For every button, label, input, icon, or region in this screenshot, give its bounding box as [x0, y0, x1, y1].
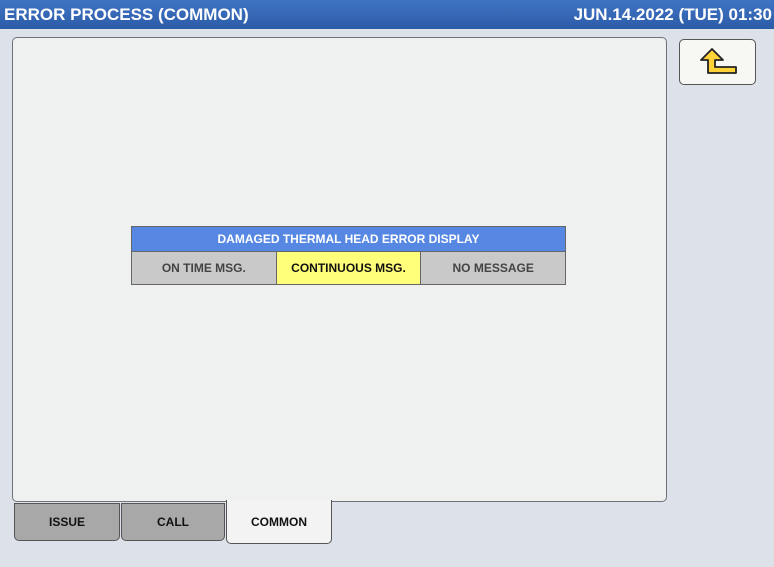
tab-call[interactable]: CALL: [121, 503, 225, 541]
return-arrow-icon: [699, 48, 737, 74]
option-group: ON TIME MSG. CONTINUOUS MSG. NO MESSAGE: [132, 252, 566, 284]
tab-common[interactable]: COMMON: [226, 500, 332, 544]
option-no-message[interactable]: NO MESSAGE: [421, 252, 566, 284]
tab-issue[interactable]: ISSUE: [14, 503, 120, 541]
main-panel: DAMAGED THERMAL HEAD ERROR DISPLAY ON TI…: [12, 37, 667, 502]
thermal-head-error-setting: DAMAGED THERMAL HEAD ERROR DISPLAY ON TI…: [131, 226, 566, 285]
title-bar: ERROR PROCESS (COMMON) JUN.14.2022 (TUE)…: [0, 0, 774, 29]
date-time: JUN.14.2022 (TUE) 01:30: [573, 4, 772, 24]
setting-title: DAMAGED THERMAL HEAD ERROR DISPLAY: [132, 227, 565, 252]
option-on-time-msg[interactable]: ON TIME MSG.: [132, 252, 277, 284]
option-continuous-msg[interactable]: CONTINUOUS MSG.: [276, 252, 422, 284]
screen-title: ERROR PROCESS (COMMON): [4, 4, 249, 24]
back-button[interactable]: [679, 39, 756, 85]
